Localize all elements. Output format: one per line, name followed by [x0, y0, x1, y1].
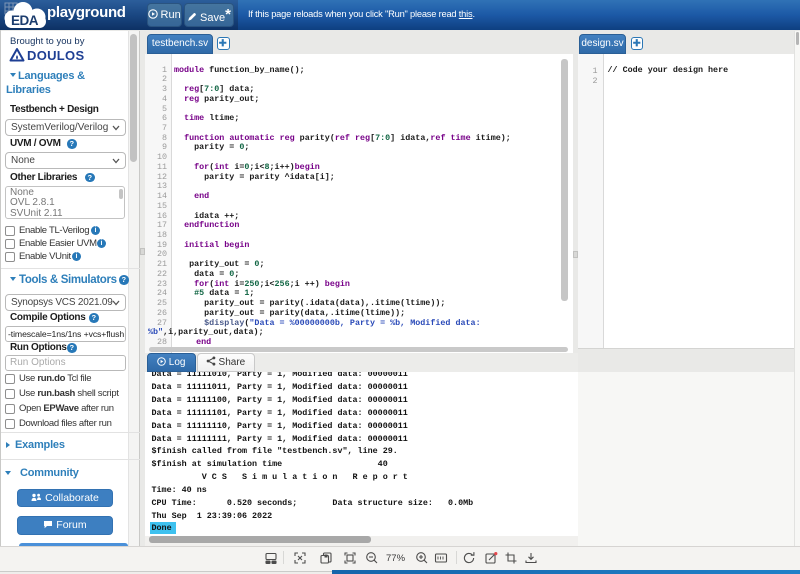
svg-text:EDA: EDA [11, 13, 39, 28]
